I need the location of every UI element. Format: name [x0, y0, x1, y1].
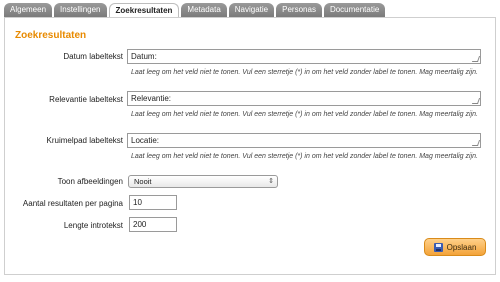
aantal-field[interactable]: 10: [129, 195, 177, 210]
lengte-field-value: 200: [133, 220, 147, 229]
save-button[interactable]: Opslaan: [424, 238, 486, 256]
datum-field[interactable]: Datum:: [127, 49, 481, 64]
tab-algemeen[interactable]: Algemeen: [4, 3, 53, 17]
aantal-label: Aantal resultaten per pagina: [22, 199, 123, 208]
kruimelpad-field-value: Locatie:: [131, 136, 160, 145]
tab-bar: Algemeen Instellingen Zoekresultaten Met…: [4, 3, 387, 18]
save-button-label: Opslaan: [446, 242, 477, 252]
tab-personas[interactable]: Personas: [276, 3, 322, 17]
settings-panel: Zoekresultaten Datum labeltekst Datum: L…: [4, 17, 496, 275]
kruimelpad-label: Kruimelpad labeltekst: [46, 136, 123, 145]
kruimelpad-field[interactable]: Locatie:: [127, 133, 481, 148]
chevron-updown-icon: ⇕: [268, 178, 274, 185]
relevantie-field-value: Relevantie:: [131, 94, 172, 103]
afbeeldingen-label: Toon afbeeldingen: [57, 177, 123, 186]
tab-instellingen[interactable]: Instellingen: [54, 3, 107, 17]
section-title: Zoekresultaten: [15, 30, 87, 41]
tab-navigatie[interactable]: Navigatie: [228, 3, 275, 17]
tab-documentatie[interactable]: Documentatie: [323, 3, 386, 17]
kruimelpad-help: Laat leeg om het veld niet te tonen. Vul…: [131, 153, 478, 160]
relevantie-label: Relevantie labeltekst: [49, 95, 123, 104]
disk-icon: [433, 242, 443, 252]
datum-label: Datum labeltekst: [63, 52, 123, 61]
relevantie-help: Laat leeg om het veld niet te tonen. Vul…: [131, 111, 478, 118]
lengte-label: Lengte introtekst: [63, 221, 123, 230]
resize-grip-icon[interactable]: [471, 56, 481, 62]
afbeeldingen-select-value: Nooit: [134, 177, 152, 186]
afbeeldingen-select[interactable]: Nooit ⇕: [128, 175, 278, 188]
datum-field-value: Datum:: [131, 52, 157, 61]
tab-zoekresultaten[interactable]: Zoekresultaten: [108, 3, 180, 18]
resize-grip-icon[interactable]: [471, 98, 481, 104]
tab-metadata[interactable]: Metadata: [181, 3, 227, 17]
datum-help: Laat leeg om het veld niet te tonen. Vul…: [131, 69, 478, 76]
relevantie-field[interactable]: Relevantie:: [127, 91, 481, 106]
resize-grip-icon[interactable]: [471, 140, 481, 146]
lengte-field[interactable]: 200: [129, 217, 177, 232]
aantal-field-value: 10: [133, 198, 142, 207]
